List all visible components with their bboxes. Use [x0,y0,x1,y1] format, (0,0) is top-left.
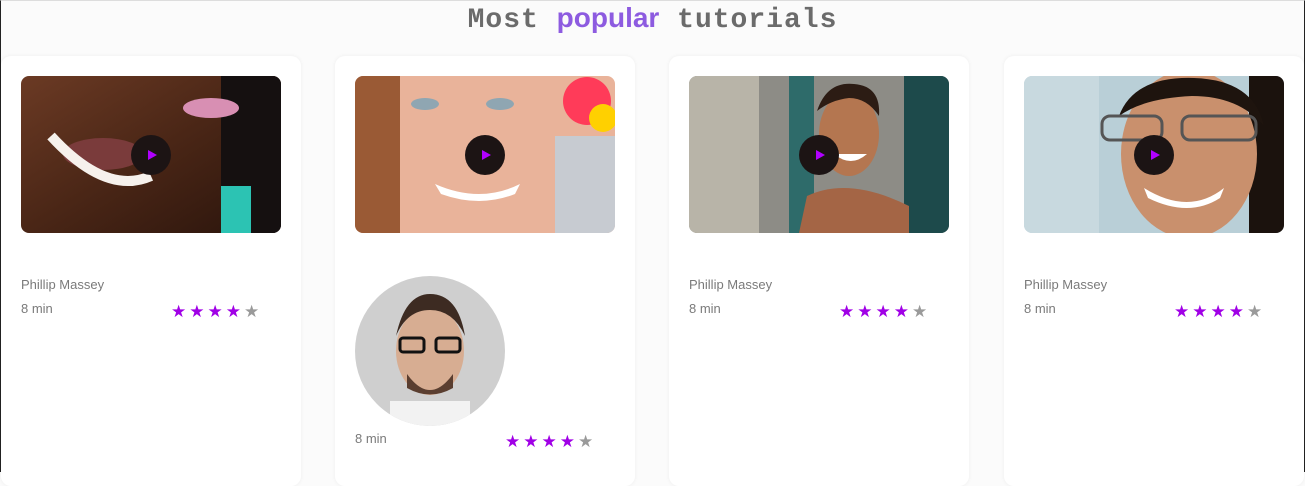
star-icon: ★ [1174,302,1193,321]
star-icon: ★ [1192,302,1211,321]
star-icon: ★ [893,302,912,321]
star-icon: ★ [523,432,542,451]
star-icon: ★ [189,302,208,321]
duration: 8 min [21,301,53,316]
star-icon: ★ [875,302,894,321]
tutorial-card[interactable]: Phillip Massey 8 min ★★★★★ [1004,56,1304,486]
title-accent: popular [556,2,660,33]
play-button[interactable] [465,135,505,175]
video-thumbnail[interactable] [1024,76,1284,233]
rating: ★★★★★ [839,302,930,322]
rating: ★★★★★ [505,432,596,452]
author-avatar [355,276,505,426]
author-name: Phillip Massey [689,277,773,292]
title-suffix: tutorials [677,5,838,36]
tutorial-card[interactable]: Phillip Massey 8 min ★★★★★ [669,56,969,486]
avatar-image [355,276,505,426]
duration: 8 min [1024,301,1056,316]
star-icon: ★ [225,302,244,321]
star-icon: ★ [1247,302,1266,321]
section-title: Most popular tutorials [0,2,1305,36]
star-icon: ★ [1210,302,1229,321]
play-button[interactable] [131,135,171,175]
star-icon: ★ [559,432,578,451]
play-icon [148,150,157,160]
star-icon: ★ [171,302,190,321]
tutorial-card[interactable]: 8 min ★★★★★ [335,56,635,486]
star-icon: ★ [541,432,560,451]
star-icon: ★ [912,302,931,321]
star-icon: ★ [839,302,858,321]
video-thumbnail[interactable] [689,76,949,233]
star-icon: ★ [244,302,263,321]
star-icon: ★ [505,432,524,451]
video-thumbnail[interactable] [21,76,281,233]
star-icon: ★ [578,432,597,451]
rating: ★★★★★ [1174,302,1265,322]
author-name: Phillip Massey [21,277,105,292]
title-prefix: Most [467,5,539,36]
play-icon [816,150,825,160]
tutorial-card[interactable]: Phillip Massey 8 min ★★★★★ [1,56,301,486]
duration: 8 min [355,431,387,446]
play-button[interactable] [1134,135,1174,175]
play-icon [1151,150,1160,160]
rating: ★★★★★ [171,302,262,322]
play-button[interactable] [799,135,839,175]
star-icon: ★ [1228,302,1247,321]
star-icon: ★ [857,302,876,321]
star-icon: ★ [207,302,226,321]
video-thumbnail[interactable] [355,76,615,233]
author-name: Phillip Massey [1024,277,1108,292]
duration: 8 min [689,301,721,316]
play-icon [482,150,491,160]
